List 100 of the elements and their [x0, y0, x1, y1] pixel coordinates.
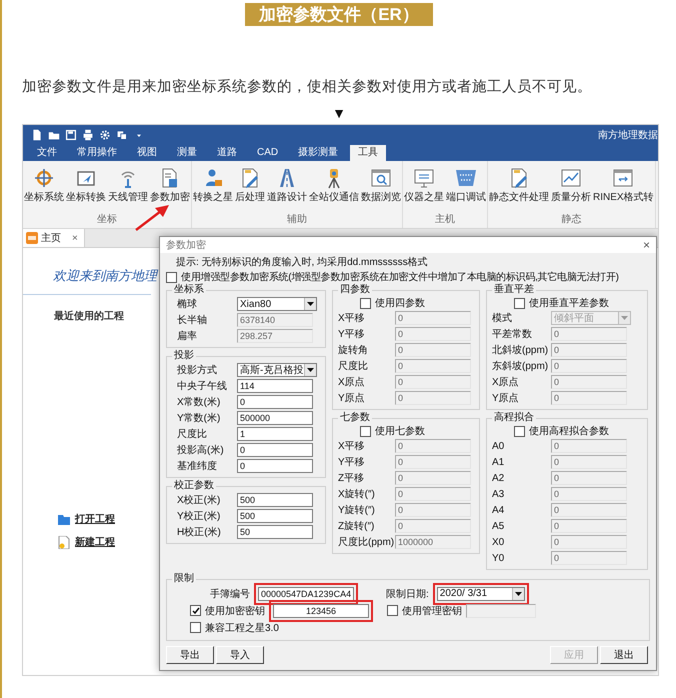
input-field[interactable]: 0 [237, 395, 313, 409]
input-field[interactable]: 114 [237, 379, 313, 393]
checkbox-label: 兼容工程之星3.0 [205, 622, 279, 634]
field-label: X原点 [338, 376, 366, 389]
menu-tab[interactable]: 文件 [29, 145, 65, 161]
ribbon-button[interactable]: 天线管理 [107, 165, 149, 206]
checkbox[interactable] [360, 426, 371, 436]
ribbon-button[interactable]: 仪器之星 [403, 165, 445, 206]
intro-text: 加密参数文件是用来加密坐标系统参数的，使相关参数对使用方或者施工人员不可见。 [22, 78, 593, 97]
menu-tab[interactable]: 道路 [209, 145, 245, 161]
input-field[interactable]: 500 [237, 493, 313, 507]
menu-tab[interactable]: 摄影测量 [290, 145, 346, 161]
field-label: 中央子午线 [176, 380, 228, 393]
caret-icon [621, 316, 628, 320]
menu-tab[interactable]: 工具 [350, 145, 386, 161]
save-icon[interactable] [65, 129, 77, 141]
group-title: 垂直平差 [493, 284, 535, 296]
app-title: 南方地理数据 [598, 128, 658, 142]
ribbon-button[interactable]: 参数加密 [149, 165, 191, 206]
field-label: Z旋转(″) [338, 520, 376, 533]
copy-icon[interactable] [116, 129, 128, 141]
checkbox[interactable] [514, 298, 525, 308]
field-label: Y平移 [338, 456, 366, 469]
field-label: Y常数(米) [176, 412, 222, 425]
ribbon-button[interactable]: 坐标转换 [65, 165, 107, 206]
field-label: 扁率 [176, 330, 198, 343]
input-field[interactable]: 500000 [237, 411, 313, 425]
ribbon-button[interactable]: 坐标系统 [23, 165, 65, 206]
input-field[interactable] [466, 604, 536, 618]
menu-tab[interactable]: 视图 [129, 145, 165, 161]
group-title: 坐标系 [173, 284, 205, 296]
ribbon-button[interactable]: 端口调试 [445, 165, 487, 206]
field-label: Y旋转(″) [338, 504, 376, 517]
field-label: X常数(米) [176, 396, 222, 409]
caret-icon [307, 368, 314, 372]
group-title: 高程拟合 [493, 412, 535, 424]
checkbox-label: 使用高程拟合参数 [529, 424, 609, 438]
group-title: 七参数 [339, 412, 371, 424]
dropdown[interactable]: 2020/ 3/31 [436, 586, 525, 600]
field-label: Z平移 [338, 472, 366, 485]
checkbox[interactable] [190, 605, 201, 616]
target-icon [33, 167, 55, 189]
close-button[interactable]: × [642, 238, 650, 252]
dropdown[interactable]: Xian80 [237, 297, 317, 311]
field-label: 东斜坡(ppm) [492, 360, 550, 373]
printer-icon[interactable] [82, 129, 94, 141]
caret-icon [514, 592, 522, 596]
checkbox[interactable] [360, 298, 371, 308]
checkbox[interactable] [166, 272, 177, 282]
input-field[interactable]: 123456 [273, 604, 369, 618]
field-label: 北斜坡(ppm) [492, 344, 550, 357]
input-field[interactable]: 500 [237, 509, 313, 523]
input-field[interactable]: 00000547DA1239CA4 [258, 586, 354, 600]
field-label: 投影高(米) [176, 444, 225, 457]
document-tab[interactable]: 主页 × [23, 229, 85, 247]
dialog-button[interactable]: 导出 [166, 646, 214, 664]
checkbox[interactable] [387, 605, 398, 616]
field-label: X校正(米) [176, 494, 222, 507]
link[interactable]: 新建工程 [75, 535, 115, 549]
checkbox-label: 使用七参数 [375, 424, 425, 438]
folder-icon [58, 514, 70, 524]
new-file-icon[interactable] [31, 129, 43, 141]
field-label: 椭球 [176, 298, 198, 311]
checkbox[interactable] [190, 622, 201, 633]
close-button[interactable]: × [72, 232, 78, 244]
link[interactable]: 打开工程 [75, 512, 115, 526]
ribbon-button[interactable]: 后处理 [234, 165, 266, 206]
ribbon-button[interactable]: 质量分析 [550, 165, 592, 206]
section-heading: 最近使用的工程 [54, 310, 124, 323]
dialog-button[interactable]: 导入 [216, 646, 264, 664]
tab-label: 主页 [41, 232, 61, 245]
welcome-heading: 欢迎来到南方地理 [53, 267, 157, 285]
dialog-button[interactable]: 退出 [600, 646, 648, 664]
menu-tab[interactable]: 常用操作 [69, 145, 125, 161]
caret-icon [307, 302, 314, 306]
field-label: A2 [492, 472, 506, 484]
settings-icon[interactable] [99, 129, 111, 141]
field-label: 长半轴 [176, 314, 208, 327]
checkbox-label: 使用垂直平差参数 [529, 296, 609, 310]
window-icon [612, 167, 634, 189]
field-label: 投影方式 [176, 364, 218, 377]
dropdown[interactable]: 高斯-克吕格投 [237, 363, 317, 377]
input-field[interactable]: 50 [237, 525, 313, 539]
field-label: Y原点 [338, 392, 366, 405]
folder-icon[interactable] [48, 129, 60, 141]
ribbon-button[interactable]: 转换之星 [192, 165, 234, 206]
menu-tab[interactable]: CAD [249, 145, 286, 161]
input-field[interactable]: 0 [237, 443, 313, 457]
ribbon-button[interactable]: 静态文件处理 [488, 165, 550, 206]
input-field[interactable]: 1 [237, 427, 313, 441]
checkbox-label: 使用四参数 [375, 296, 425, 310]
checkbox[interactable] [514, 426, 525, 436]
ribbon-button[interactable]: 数据浏览 [360, 165, 402, 206]
ribbon-button[interactable]: 道路设计 [266, 165, 308, 206]
menu-tab[interactable]: 测量 [169, 145, 205, 161]
ribbon-button[interactable]: 全站仪通信 [308, 165, 360, 206]
field-label: Y平移 [338, 328, 366, 341]
field-label: A0 [492, 440, 506, 452]
input-field[interactable]: 0 [237, 459, 313, 473]
ribbon-button[interactable]: RINEX格式转 [592, 165, 655, 206]
